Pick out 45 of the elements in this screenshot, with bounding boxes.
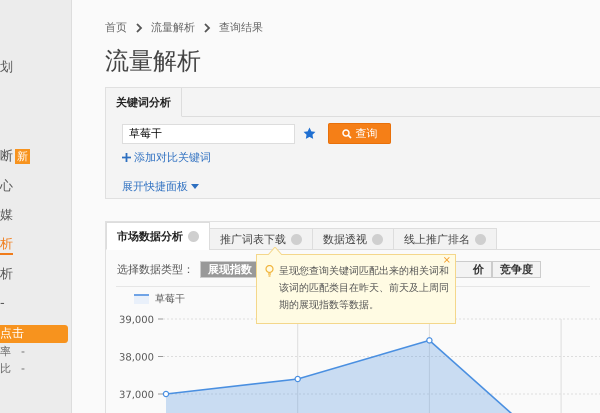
sidebar-item[interactable]: 媒 <box>0 200 71 230</box>
point <box>426 337 433 344</box>
analysis-tab[interactable]: 推广词表下载 <box>209 228 313 250</box>
sidebar-item[interactable]: - <box>0 289 71 318</box>
y-tick-label: 38,000 <box>119 352 154 364</box>
new-badge: 新 <box>15 148 30 164</box>
help-icon <box>291 234 302 244</box>
chevron-icon <box>135 22 143 32</box>
help-icon <box>372 234 383 244</box>
star-icon[interactable] <box>303 127 316 140</box>
legend-swatch <box>134 294 149 304</box>
expand-panel-link[interactable]: 展开快捷面板 <box>122 179 199 194</box>
breadcrumb-item[interactable]: 流量解析 <box>151 20 195 35</box>
metric-label: 比 <box>0 360 11 376</box>
sidebar-item[interactable]: 析 <box>0 260 71 289</box>
metric-value: - <box>21 362 25 374</box>
point <box>162 390 170 398</box>
sidebar-item[interactable]: 心 <box>0 171 71 200</box>
breadcrumb-item: 查询结果 <box>219 20 263 35</box>
help-icon <box>475 234 486 244</box>
analysis-tab[interactable]: 市场数据分析 <box>106 222 210 250</box>
analysis-tab[interactable]: 线上推广排名 <box>393 228 497 250</box>
data-type-button[interactable]: 竞争度 <box>492 261 541 278</box>
sidebar-item[interactable]: 划 <box>0 52 71 82</box>
breadcrumb-item[interactable]: 首页 <box>105 20 127 35</box>
caret-icon <box>191 184 199 190</box>
point <box>294 376 301 382</box>
sidebar-item[interactable]: 断 新 <box>0 142 71 171</box>
legend-label: 草莓干 <box>155 292 185 306</box>
keyword-input[interactable]: 草莓干 <box>122 124 295 144</box>
data-type-label: 选择数据类型： <box>117 262 194 277</box>
lightbulb-icon <box>265 265 274 277</box>
help-icon <box>188 230 199 242</box>
y-tick-label: 39,000 <box>119 315 154 326</box>
y-tick-label: 37,000 <box>119 390 154 401</box>
metric-label: 率 <box>0 344 11 358</box>
tooltip-text: 呈现您查询关键词匹配出来的相关词和该词的匹配类目在昨天、前天及上周同期的展现指数等数据。 <box>279 264 450 313</box>
add-compare-link[interactable]: 添加对比关键词 <box>122 150 211 165</box>
chevron-icon <box>203 22 211 32</box>
analysis-tab[interactable]: 数据透视 <box>312 228 394 250</box>
search-icon <box>342 128 352 138</box>
panel-tab[interactable]: 关键词分析 <box>106 88 182 117</box>
metric-value: - <box>21 344 25 358</box>
page-title: 流量解析 <box>105 46 202 77</box>
plus-icon <box>122 153 131 162</box>
